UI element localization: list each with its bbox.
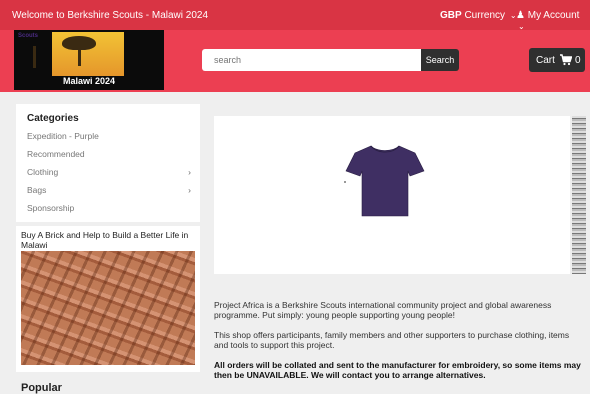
user-icon: ♟ (516, 10, 525, 21)
currency-code: GBP (440, 10, 462, 21)
cart-label: Cart (536, 55, 555, 66)
search-input[interactable] (202, 49, 422, 71)
welcome-text: Welcome to Berkshire Scouts - Malawi 202… (12, 10, 209, 21)
description-paragraph-1: Project Africa is a Berkshire Scouts int… (214, 300, 552, 320)
promo-title[interactable]: Buy A Brick and Help to Build a Better L… (21, 230, 197, 250)
category-sponsorship[interactable]: Sponsorship (27, 203, 195, 213)
giraffe-icon (33, 46, 36, 68)
category-recommended[interactable]: Recommended (27, 149, 195, 159)
tshirt-shape (345, 145, 425, 217)
chevron-right-icon: › (188, 185, 191, 195)
logo-caption: Malawi 2024 (62, 76, 116, 86)
category-clothing[interactable]: Clothing › (27, 167, 195, 177)
tshirt-image[interactable] (344, 144, 426, 218)
cart-icon (560, 54, 572, 66)
my-account-label: My Account (527, 10, 580, 21)
currency-dropdown[interactable]: GBP Currency ⌄ (440, 10, 517, 21)
top-bar: Welcome to Berkshire Scouts - Malawi 202… (0, 0, 590, 32)
popular-heading: Popular (21, 382, 62, 394)
category-bags[interactable]: Bags › (27, 185, 195, 195)
search-button[interactable]: Search (421, 49, 459, 71)
my-account-dropdown[interactable]: ♟ My Account ⌄ (516, 10, 590, 32)
logo-brand: Scouts (18, 33, 39, 39)
category-expedition-purple[interactable]: Expedition - Purple (27, 131, 195, 141)
cart-button[interactable]: Cart 0 (529, 48, 585, 72)
description-paragraph-2: This shop offers participants, family me… (214, 330, 570, 350)
chevron-right-icon: › (188, 167, 191, 177)
currency-label: Currency (464, 10, 506, 21)
categories-title: Categories (27, 113, 79, 124)
description-paragraph-3: All orders will be collated and sent to … (214, 360, 581, 380)
thumbnail-strip[interactable] (572, 116, 586, 274)
cart-count: 0 (575, 55, 581, 66)
bricks-image[interactable] (21, 251, 195, 365)
site-logo[interactable]: Scouts Malawi 2024 (14, 30, 164, 90)
tree-trunk (78, 48, 81, 66)
image-dot (344, 181, 346, 183)
